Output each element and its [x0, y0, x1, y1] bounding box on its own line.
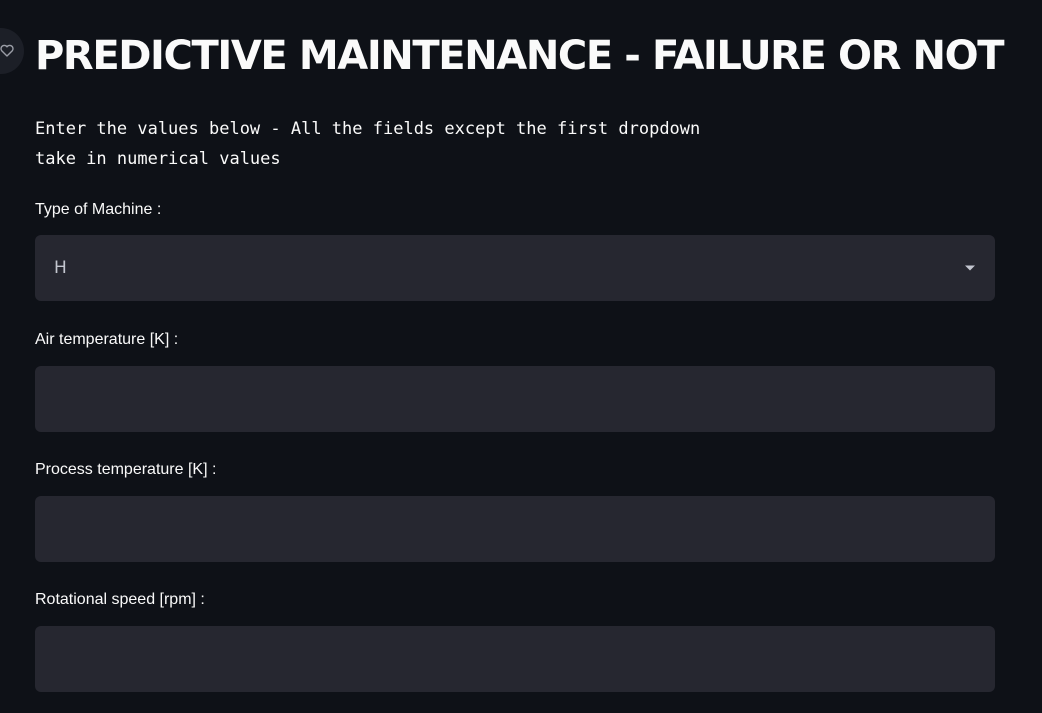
corner-button[interactable]	[0, 28, 24, 74]
machine-type-selected-value: H	[54, 258, 67, 278]
air-temperature-field-box[interactable]	[35, 366, 995, 432]
intro-text: Enter the values below - All the fields …	[35, 119, 701, 169]
air-temperature-input[interactable]	[35, 366, 995, 432]
caret-down-icon[interactable]	[964, 264, 976, 272]
process-temperature-input[interactable]	[35, 496, 995, 562]
process-temperature-field-box[interactable]	[35, 496, 995, 562]
air-temperature-label: Air temperature [K] :	[35, 331, 179, 348]
process-temperature-label: Process temperature [K] :	[35, 461, 217, 478]
rotational-speed-field-box[interactable]	[35, 626, 995, 692]
rotational-speed-label: Rotational speed [rpm] :	[35, 591, 205, 608]
page-title: PREDICTIVE MAINTENANCE - FAILURE OR NOT	[35, 33, 1005, 79]
rotational-speed-input[interactable]	[35, 626, 995, 692]
machine-type-select[interactable]: H	[35, 235, 995, 301]
heart-icon	[0, 44, 14, 57]
machine-type-label: Type of Machine :	[35, 201, 162, 218]
